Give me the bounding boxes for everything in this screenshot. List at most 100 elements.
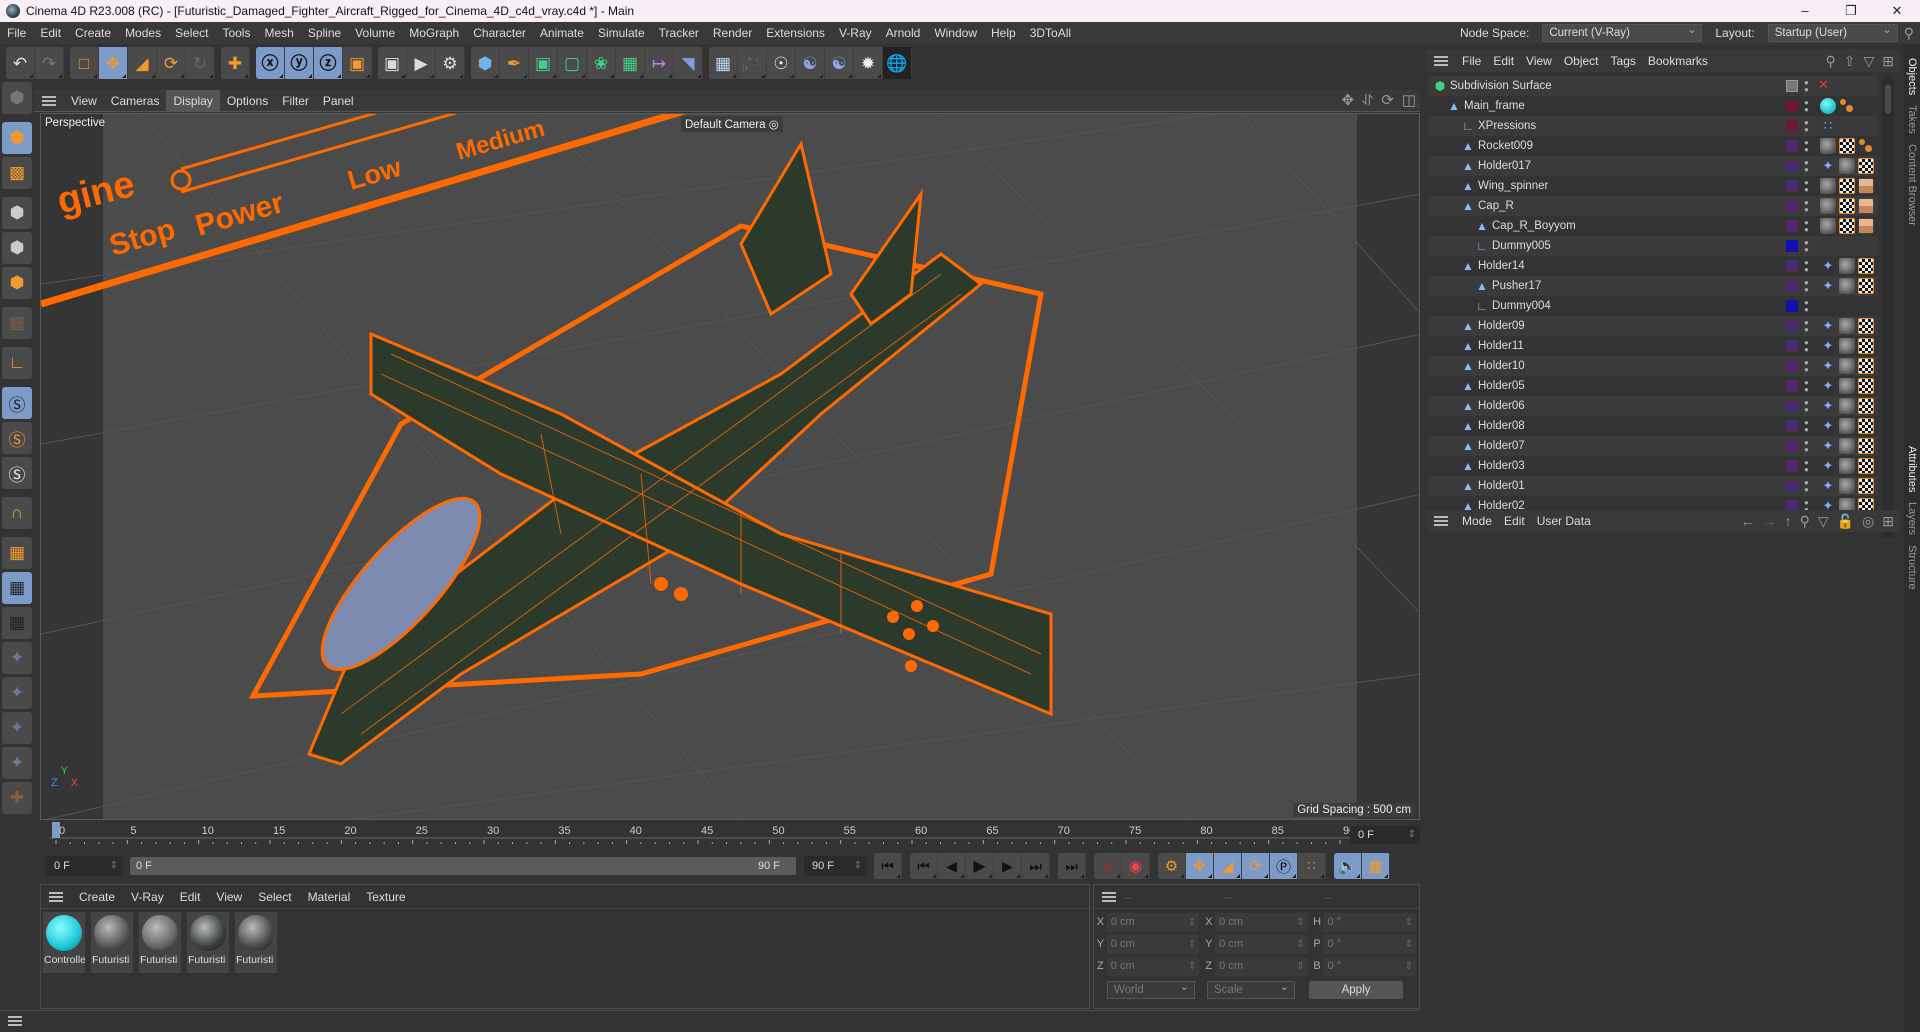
apply-button[interactable]: Apply: [1309, 981, 1403, 999]
layer-color-swatch[interactable]: [1786, 160, 1798, 172]
objects-menu-view[interactable]: View: [1520, 54, 1558, 68]
layer-color-swatch[interactable]: [1786, 220, 1798, 232]
texture-tag-icon[interactable]: [1858, 358, 1874, 374]
phong-tag-icon[interactable]: [1877, 258, 1878, 274]
attributes-menu-user-data[interactable]: User Data: [1531, 514, 1597, 528]
up-arrow-icon[interactable]: ↑: [1785, 510, 1792, 532]
menu-animate[interactable]: Animate: [533, 26, 591, 40]
viewport-menu-display[interactable]: Display: [166, 89, 220, 112]
material-tag-icon[interactable]: [1839, 438, 1855, 454]
symmetry-button[interactable]: ↦: [645, 47, 674, 79]
visibility-dots-icon[interactable]: ●●: [1804, 399, 1809, 414]
new-panel-icon[interactable]: ⊞: [1882, 510, 1894, 532]
object-row[interactable]: ▲ Holder09 ● ● ✦: [1428, 316, 1878, 336]
magnet-button[interactable]: ∩: [2, 497, 32, 529]
constraint-tag-icon[interactable]: ✦: [1820, 158, 1836, 174]
python-tag-button[interactable]: ☯: [825, 47, 854, 79]
constraint-tag-icon[interactable]: ✦: [1820, 398, 1836, 414]
close-button[interactable]: ✕: [1874, 0, 1920, 22]
object-name[interactable]: Subdivision Surface: [1450, 80, 1552, 92]
live-selection-button[interactable]: □: [70, 47, 99, 79]
objects-menu-object[interactable]: Object: [1558, 54, 1605, 68]
phong-tag-icon[interactable]: [1877, 158, 1878, 174]
visibility-dots-icon[interactable]: ●●: [1804, 479, 1809, 494]
gear-generator-button[interactable]: ✹: [854, 47, 883, 79]
object-row[interactable]: ▲ Cap_R ● ●: [1428, 196, 1878, 216]
uv-mode-button[interactable]: ▦: [2, 307, 32, 339]
attributes-menu-mode[interactable]: Mode: [1456, 514, 1498, 528]
constraint-tag-icon[interactable]: ✦: [1820, 258, 1836, 274]
texture-tag-icon[interactable]: [1858, 398, 1874, 414]
menu-file[interactable]: File: [0, 26, 33, 40]
array-button[interactable]: ❀: [587, 47, 616, 79]
object-row[interactable]: ▲ Pusher17 ● ● ✦: [1428, 276, 1878, 296]
filter-icon[interactable]: ▽: [1863, 50, 1874, 72]
layer-color-swatch[interactable]: [1786, 380, 1798, 392]
key-pla-button[interactable]: ∷: [1298, 853, 1326, 879]
tab-structure[interactable]: Structure: [1906, 545, 1918, 590]
edges-mode-button[interactable]: ⬢: [2, 232, 32, 264]
light-button[interactable]: ☉: [767, 47, 796, 79]
object-row[interactable]: ▲ Holder11 ● ● ✦: [1428, 336, 1878, 356]
coordinate-space-dropdown[interactable]: World: [1107, 979, 1195, 999]
menu-tools[interactable]: Tools: [215, 26, 257, 40]
points-mode-button[interactable]: ⬢: [2, 197, 32, 229]
pin-target-button[interactable]: ✦: [2, 747, 32, 779]
viewport-menu-panel[interactable]: Panel: [316, 90, 361, 112]
sphere-grid-button[interactable]: 🌐: [883, 47, 912, 79]
constraint-tag-icon[interactable]: ✦: [1820, 438, 1836, 454]
layer-color-swatch[interactable]: [1786, 280, 1798, 292]
material-tag-icon[interactable]: [1839, 318, 1855, 334]
object-name[interactable]: Cap_R_Boyyom: [1492, 220, 1576, 232]
object-name[interactable]: Holder017: [1478, 160, 1531, 172]
phong-tag-icon[interactable]: [1877, 378, 1878, 394]
record-keys-button[interactable]: ◉: [1094, 853, 1122, 879]
visibility-dots-icon[interactable]: ●●: [1804, 159, 1809, 174]
material-menu-select[interactable]: Select: [250, 890, 299, 904]
size-field[interactable]: 0 cm: [1215, 934, 1308, 954]
menu-character[interactable]: Character: [466, 26, 533, 40]
scale-tool-button[interactable]: ◢: [128, 47, 157, 79]
material-swatch[interactable]: Futuristi: [139, 912, 181, 973]
visibility-dots-icon[interactable]: ●●: [1804, 319, 1809, 334]
uvw-tag-icon[interactable]: [1858, 218, 1874, 234]
texture-tag-icon[interactable]: [1839, 218, 1855, 234]
material-swatch[interactable]: Futuristi: [91, 912, 133, 973]
object-name[interactable]: Holder07: [1478, 440, 1525, 452]
uvw-tag-icon[interactable]: [1858, 198, 1874, 214]
texture-tag-icon[interactable]: [1858, 338, 1874, 354]
recent-tools-button[interactable]: ↻: [186, 47, 215, 79]
menu-vray[interactable]: V-Ray: [832, 26, 879, 40]
timeline-ruler[interactable]: 0 5 10 15 20 25 30 35 40 45 50 55 60 65 70 75 80 85 90 0 F: [40, 820, 1420, 848]
tab-content-browser[interactable]: Content Browser: [1906, 144, 1918, 226]
play-button[interactable]: ▶: [966, 853, 994, 879]
start-frame-field[interactable]: 0 F: [46, 856, 122, 876]
visibility-dots-icon[interactable]: ●●: [1804, 339, 1809, 354]
menu-create[interactable]: Create: [68, 26, 118, 40]
phong-tag-icon[interactable]: [1877, 358, 1878, 374]
material-menu-texture[interactable]: Texture: [358, 890, 413, 904]
objects-menu-file[interactable]: File: [1456, 54, 1487, 68]
object-row[interactable]: ⬢ Subdivision Surface ✕ ● ●: [1428, 76, 1878, 96]
workplane-align-button[interactable]: ▦: [2, 607, 32, 639]
material-tag-icon[interactable]: [1820, 178, 1836, 194]
menu-spline[interactable]: Spline: [301, 26, 348, 40]
rotate-tool-button[interactable]: ⟳: [157, 47, 186, 79]
phong-tag-icon[interactable]: [1877, 318, 1878, 334]
back-arrow-icon[interactable]: ←: [1741, 510, 1755, 532]
phong-tag-icon[interactable]: [1877, 218, 1878, 234]
objects-menu-edit[interactable]: Edit: [1487, 54, 1520, 68]
lock-icon[interactable]: 🔓: [1837, 510, 1854, 532]
visibility-dots-icon[interactable]: ●●: [1804, 279, 1809, 294]
layer-color-swatch[interactable]: [1786, 180, 1798, 192]
target-icon[interactable]: ◎: [1862, 510, 1874, 532]
restore-button[interactable]: ❐: [1828, 0, 1874, 22]
texture-tag-icon[interactable]: [1858, 158, 1874, 174]
redo-button[interactable]: ↷: [35, 47, 64, 79]
object-name[interactable]: Rocket009: [1478, 140, 1533, 152]
search-icon[interactable]: ⚲: [1825, 50, 1835, 72]
menu-volume[interactable]: Volume: [348, 26, 402, 40]
constraint-tag-icon[interactable]: ✦: [1820, 318, 1836, 334]
menu-modes[interactable]: Modes: [118, 26, 168, 40]
texture-tag-icon[interactable]: [1839, 198, 1855, 214]
